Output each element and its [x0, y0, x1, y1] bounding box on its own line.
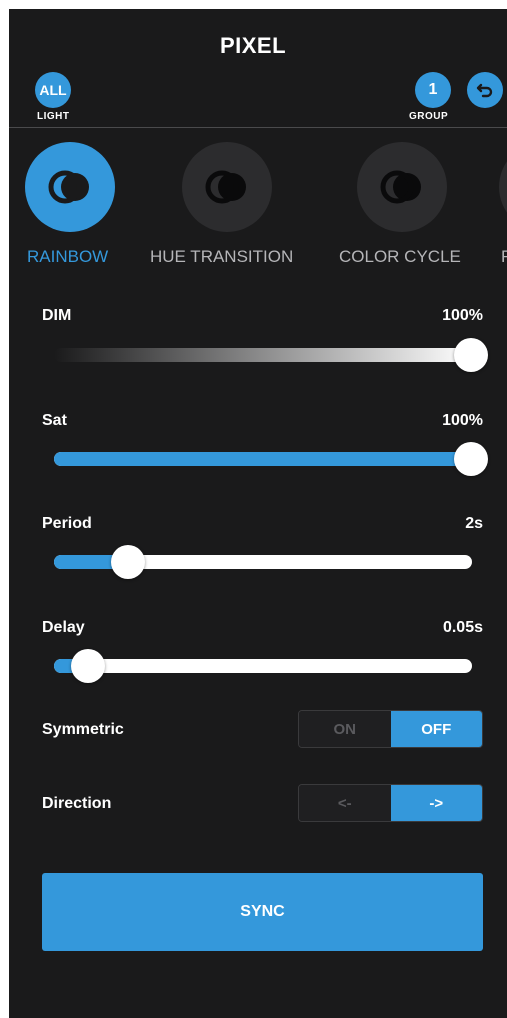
- symmetric-off-button[interactable]: OFF: [390, 711, 482, 747]
- page-title: PIXEL: [219, 33, 287, 58]
- symmetric-toggle[interactable]: ON OFF: [298, 710, 483, 748]
- effect-color-cycle-button[interactable]: [357, 142, 447, 232]
- period-label: Period: [42, 515, 92, 532]
- symmetric-on-button[interactable]: ON: [299, 711, 391, 747]
- header-divider: [9, 127, 507, 128]
- effect-partial-button[interactable]: [499, 142, 507, 232]
- undo-button[interactable]: [467, 72, 503, 108]
- group-button[interactable]: 1: [415, 72, 451, 108]
- undo-arrow-icon: [476, 83, 493, 98]
- effect-label-partial[interactable]: F: [501, 247, 507, 267]
- period-value: 2s: [465, 515, 483, 532]
- sat-value: 100%: [442, 412, 483, 429]
- light-label: LIGHT: [37, 111, 70, 122]
- effect-label-rainbow[interactable]: RAINBOW: [27, 247, 108, 267]
- overlapping-circles-icon: [205, 170, 246, 204]
- symmetric-label: Symmetric: [42, 721, 124, 738]
- direction-right-button[interactable]: ->: [390, 785, 482, 821]
- delay-slider[interactable]: [54, 659, 472, 673]
- group-label: GROUP: [409, 111, 449, 122]
- sat-slider-thumb[interactable]: [454, 442, 488, 476]
- dim-slider[interactable]: [54, 348, 472, 362]
- dim-label: DIM: [42, 307, 72, 324]
- effect-hue-transition-button[interactable]: [182, 142, 272, 232]
- period-slider-thumb[interactable]: [111, 545, 145, 579]
- dim-value: 100%: [442, 307, 483, 324]
- app-screen: PIXEL ALL LIGHT 1 GROUP RAINBOW HUE TRAN…: [9, 9, 507, 1018]
- direction-label: Direction: [42, 795, 112, 812]
- sat-label: Sat: [42, 412, 67, 429]
- direction-toggle[interactable]: <- ->: [298, 784, 483, 822]
- direction-left-button[interactable]: <-: [299, 785, 391, 821]
- all-lights-button[interactable]: ALL: [35, 72, 71, 108]
- overlapping-circles-icon: [48, 170, 89, 204]
- delay-slider-thumb[interactable]: [71, 649, 105, 683]
- delay-label: Delay: [42, 619, 85, 636]
- dim-slider-thumb[interactable]: [454, 338, 488, 372]
- effect-label-hue-transition[interactable]: HUE TRANSITION: [150, 247, 293, 267]
- overlapping-circles-icon: [380, 170, 421, 204]
- delay-value: 0.05s: [442, 619, 483, 636]
- sat-slider-fill: [54, 452, 472, 466]
- sat-slider[interactable]: [54, 452, 472, 466]
- effect-label-color-cycle[interactable]: COLOR CYCLE: [339, 247, 461, 267]
- sync-button[interactable]: SYNC: [42, 873, 483, 951]
- effect-rainbow-button[interactable]: [25, 142, 115, 232]
